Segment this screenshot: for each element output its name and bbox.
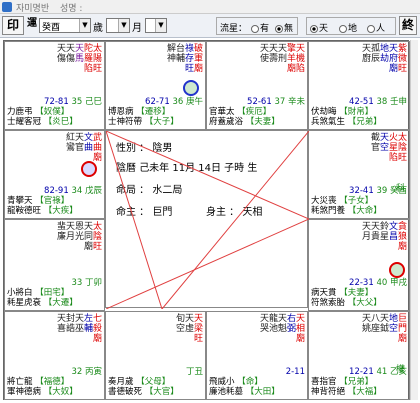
month-select[interactable]: ▼ (145, 18, 167, 33)
year-label: 運 (27, 18, 37, 29)
palace-you[interactable]: 太陰旺 火星陷 天空 截官 科 32-41 39 癸酉 大災喪 【子女】 耗煞門… (308, 130, 410, 219)
vertical-scrollbar[interactable] (410, 40, 418, 400)
print-button[interactable]: 印 (2, 16, 24, 35)
flow-off-radio[interactable]: 無 (275, 21, 293, 34)
window-title: 자미명반 (16, 4, 50, 14)
sky-radio[interactable]: 天 (310, 21, 328, 34)
center-info-panel: 性別 ： 陰男 陰曆 己未年 11月 14日 子時 生 命局 ： 水二局 命主 … (105, 130, 309, 309)
palace-chou[interactable]: 天梁旺 天虛 旬空 丁丑 奏月歲 【父母】 書德破死 【大官】 (105, 311, 206, 400)
lu-marker-icon (183, 80, 199, 96)
palace-mao[interactable]: 太陰旺 天同廟 恩光 天月 蜚廉 33 丁卯 小將白 【田宅】 耗星虎衰 【大遷… (4, 219, 105, 311)
age-select[interactable]: ▼ (106, 18, 130, 33)
palace-wu[interactable]: 破軍廟 祿存旺 台輔 解神 62-71 36 庚午 博恩病 【遷移】 士神符帶 … (105, 41, 206, 130)
mode-group: 天 地 人 (306, 17, 396, 35)
palace-yin[interactable]: 七殺廟 左輔 天巫 封誥 天喜 32 丙寅 將亡龍 【福德】 軍神德病 【大奴】 (4, 311, 105, 400)
chevron-down-icon[interactable]: ▼ (118, 19, 129, 32)
flow-star-group: 流星： 有 無 (216, 17, 298, 35)
toolbar: 印 運 癸酉 ▼ 歲 ▼ 月 ▼ 流星： 有 無 天 地 人 終 (0, 14, 420, 38)
palace-hai[interactable]: 巨門廟 地空 天鉞 八座 天姚 權 12-21 41 乙亥 喜指官 【兄弟】 神… (308, 311, 410, 400)
title-bar: 자미명반 성명 : (0, 0, 420, 14)
palace-chen[interactable]: 武曲廟 文曲 天官 紅鸞 82-91 34 戊辰 青攀天 【官祿】 龍鞍德旺 【… (4, 130, 105, 219)
ziwei-chart: 太陽旺 陀羅陷 天馬 天傷 天傷 72-81 35 己巳 力鹿弔 【奴僕】 士耀… (3, 40, 410, 400)
palace-zi[interactable]: 天相廟 右弼 天魁 龍池 天哭 2-11 飛威小 【命】 廉池耗墓 【大田】 (206, 311, 308, 400)
palace-xu[interactable]: 貪狼廟 文昌 鈴星 天貴 天月 22-31 40 甲戌 病天貫 【夫妻】 符煞索… (308, 219, 410, 311)
year-unit: 歲 (93, 23, 103, 34)
palace-wei[interactable]: 天機陷 擎羊廟 天刑 天壽 天使 52-61 37 辛未 官華太 【疾厄】 府蓋… (206, 41, 308, 130)
human-radio[interactable]: 人 (367, 21, 385, 34)
chevron-down-icon[interactable]: ▼ (155, 19, 166, 32)
ji-marker-icon (81, 161, 97, 177)
sanfang-lines (106, 131, 309, 309)
palace-shen[interactable]: 紫微旺 天府廟 地劫 孤辰 天廚 42-51 38 壬申 伏劫晦 【財帛】 兵煞… (308, 41, 410, 130)
year-select[interactable]: 癸酉 ▼ (39, 18, 91, 33)
earth-radio[interactable]: 地 (339, 21, 357, 34)
chevron-down-icon[interactable]: ▼ (79, 19, 90, 32)
app-icon (2, 2, 12, 12)
palace-si[interactable]: 太陽旺 陀羅陷 天馬 天傷 天傷 72-81 35 己巳 力鹿弔 【奴僕】 士耀… (4, 41, 105, 130)
month-unit: 月 (132, 23, 142, 34)
quan-marker-icon (389, 262, 405, 278)
name-label: 성명 : (60, 4, 83, 14)
flow-on-radio[interactable]: 有 (251, 21, 269, 34)
exit-button[interactable]: 終 (399, 16, 417, 35)
